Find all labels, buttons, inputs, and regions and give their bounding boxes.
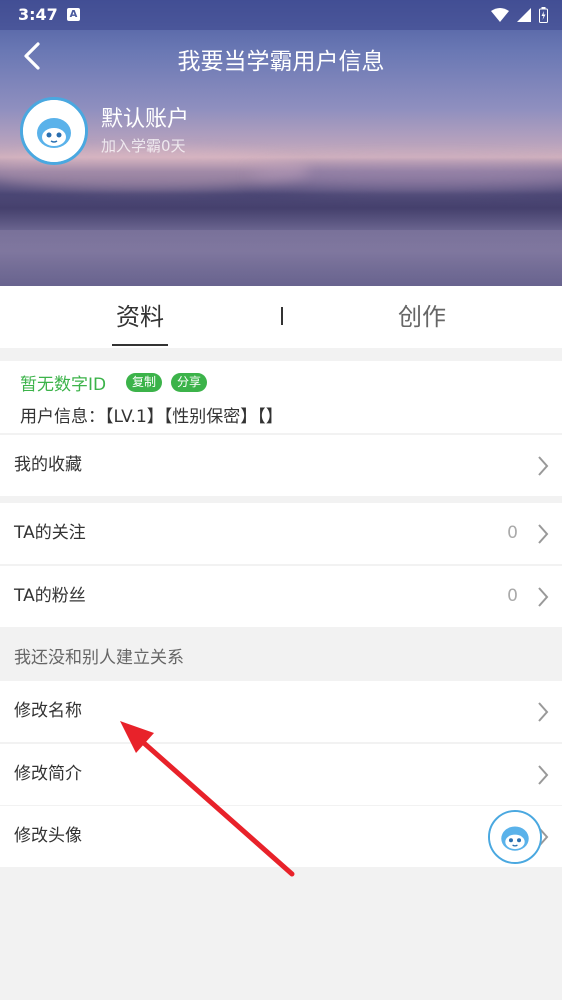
wifi-icon: [491, 8, 509, 22]
signal-icon: [517, 8, 531, 22]
tab-indicator: [112, 344, 168, 346]
row-favorites[interactable]: 我的收藏: [0, 435, 562, 496]
chevron-right-icon: [538, 456, 549, 476]
tab-divider: [281, 307, 283, 325]
row-label: 我的收藏: [14, 455, 82, 475]
row-label: TA的粉丝: [14, 586, 86, 606]
digital-id: 暂无数字ID: [20, 375, 107, 395]
row-label: 修改名称: [14, 701, 82, 721]
user-info-text: 用户信息：【LV.1】【性别保密】【】: [20, 407, 283, 427]
chevron-right-icon: [538, 524, 549, 544]
info-card: 暂无数字ID 复制 分享 用户信息：【LV.1】【性别保密】【】: [0, 361, 562, 433]
join-days: 加入学霸0天: [101, 137, 186, 155]
row-label: TA的关注: [14, 523, 86, 543]
status-bar: 3:47 A: [0, 0, 562, 30]
tab-create[interactable]: 创作: [372, 286, 472, 348]
status-time: 3:47: [18, 5, 58, 24]
row-following[interactable]: TA的关注 0: [0, 503, 562, 564]
row-edit-avatar[interactable]: 修改头像: [0, 806, 562, 867]
tab-info[interactable]: 资料: [90, 286, 190, 348]
relationship-hint: 我还没和别人建立关系: [14, 648, 184, 668]
chevron-right-icon: [538, 587, 549, 607]
row-fans[interactable]: TA的粉丝 0: [0, 566, 562, 627]
system-icons: [491, 7, 548, 23]
user-name: 默认账户: [101, 107, 190, 132]
page-title: 我要当学霸用户信息: [177, 49, 385, 75]
row-label: 修改头像: [14, 826, 82, 846]
notification-icon: A: [67, 8, 80, 21]
robot-avatar-icon: [490, 812, 540, 862]
copy-button[interactable]: 复制: [126, 373, 163, 392]
chevron-right-icon: [538, 702, 549, 722]
row-label: 修改简介: [14, 764, 82, 784]
robot-avatar-icon: [23, 100, 85, 162]
row-rename[interactable]: 修改名称: [0, 681, 562, 742]
current-avatar[interactable]: [488, 810, 542, 864]
share-button[interactable]: 分享: [171, 373, 208, 392]
fans-count: 0: [507, 586, 518, 606]
row-edit-intro[interactable]: 修改简介: [0, 744, 562, 805]
chevron-right-icon: [538, 765, 549, 785]
avatar[interactable]: [20, 97, 88, 165]
following-count: 0: [507, 523, 518, 543]
battery-icon: [539, 7, 548, 23]
